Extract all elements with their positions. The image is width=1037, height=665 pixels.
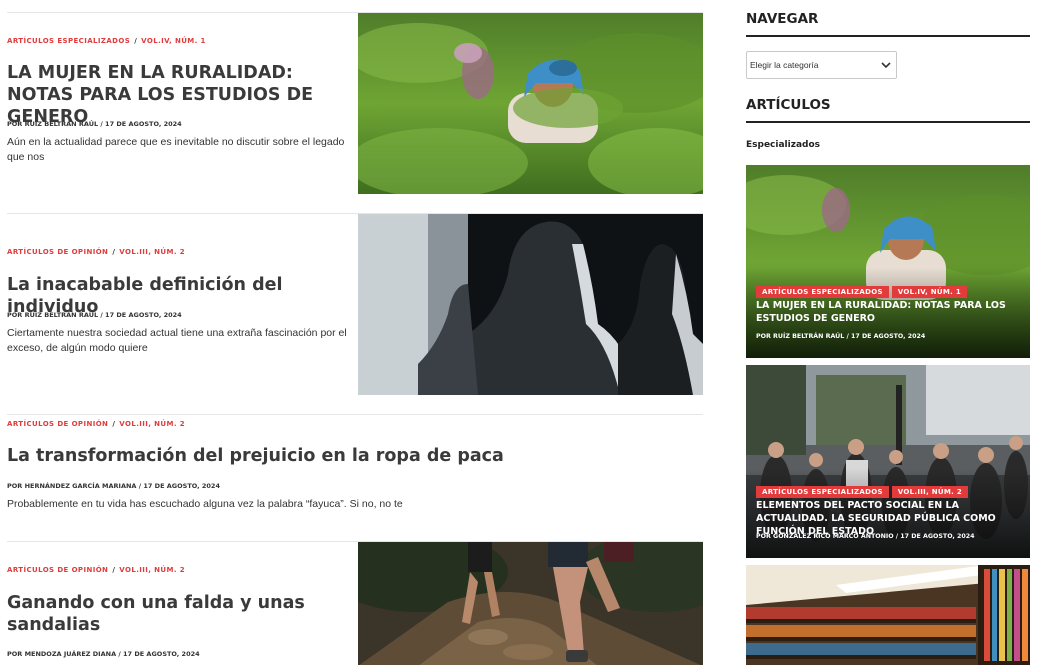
article-date: 17 DE AGOSTO, 2024 [123, 650, 200, 658]
article-item: ARTÍCULOS DE OPINIÓN / VOL.III, NÚM. 2 La … [7, 414, 703, 542]
category-select-value: Elegir la categoría [750, 60, 819, 70]
article-byline: POR RUÍZ BELTRÁN RAÚL / 17 DE AGOSTO, 20… [7, 311, 182, 319]
issue-badge[interactable]: VOL.III, NÚM. 2 [891, 486, 969, 498]
sidebar-article-card[interactable] [746, 565, 1030, 665]
author-link[interactable]: HERNÁNDEZ GARCÍA MARIANA [25, 482, 137, 490]
byline-prefix: POR [7, 311, 23, 319]
article-item: ARTÍCULOS DE OPINIÓN / VOL.III, NÚM. 2 La … [7, 213, 703, 415]
category-select[interactable]: Elegir la categoría [746, 51, 897, 79]
byline-prefix: POR [7, 650, 23, 658]
sidebar-article-card[interactable]: ARTÍCULOS ESPECIALIZADOS VOL.IV, NÚM. 1 … [746, 165, 1030, 358]
article-date: 17 DE AGOSTO, 2024 [143, 482, 220, 490]
byline-prefix: POR [756, 533, 771, 540]
author-link[interactable]: RUÍZ BELTRÁN RAÚL [25, 120, 99, 128]
article-meta: ARTÍCULOS DE OPINIÓN / VOL.III, NÚM. 2 [7, 420, 185, 428]
silhouette-heads-photo [358, 214, 703, 395]
article-byline: POR RUÍZ BELTRÁN RAÚL / 17 DE AGOSTO, 20… [7, 120, 182, 128]
category-badge[interactable]: ARTÍCULOS ESPECIALIZADOS [756, 486, 889, 498]
article-thumbnail[interactable] [358, 542, 703, 665]
author-link[interactable]: RUÍZ BELTRÁN RAÚL [25, 311, 99, 319]
sidebar-subheading: Especializados [746, 140, 821, 150]
article-thumbnail[interactable] [358, 13, 703, 194]
byline-prefix: POR [7, 482, 23, 490]
byline-prefix: POR [756, 333, 771, 340]
article-meta: ARTÍCULOS DE OPINIÓN / VOL.III, NÚM. 2 [7, 248, 185, 256]
article-excerpt: Probablemente en tu vida has escuchado a… [7, 498, 403, 510]
article-excerpt: Ciertamente nuestra sociedad actual tien… [7, 327, 347, 354]
author-link[interactable]: GONZÁLEZ RICO MARCO ANTONIO [773, 533, 894, 540]
library-shelves-photo [746, 565, 1030, 665]
tea-field-woman-photo [358, 13, 703, 194]
card-date: 17 DE AGOSTO, 2024 [851, 333, 926, 340]
sidebar-heading-articulos: ARTÍCULOS [746, 97, 1030, 123]
card-title[interactable]: LA MUJER EN LA RURALIDAD: NOTAS PARA LOS… [756, 299, 1024, 325]
article-byline: POR MENDOZA JUÁREZ DIANA / 17 DE AGOSTO,… [7, 650, 200, 658]
article-date: 17 DE AGOSTO, 2024 [105, 120, 182, 128]
trail-runners-photo [358, 542, 703, 665]
category-link[interactable]: ARTÍCULOS DE OPINIÓN [7, 566, 108, 574]
category-link[interactable]: ARTÍCULOS ESPECIALIZADOS [7, 37, 130, 45]
category-link[interactable]: ARTÍCULOS DE OPINIÓN [7, 420, 108, 428]
issue-badge[interactable]: VOL.IV, NÚM. 1 [891, 286, 968, 298]
author-link[interactable]: MENDOZA JUÁREZ DIANA [25, 650, 117, 658]
issue-link[interactable]: VOL.III, NÚM. 2 [119, 566, 185, 574]
sidebar-heading-navegar: NAVEGAR [746, 11, 1030, 37]
chevron-down-icon [881, 62, 891, 69]
page: ARTÍCULOS ESPECIALIZADOS / VOL.IV, NÚM. 1 … [0, 0, 1037, 665]
article-title[interactable]: La transformación del prejuicio en la ro… [7, 445, 567, 467]
sidebar-article-card[interactable]: ARTÍCULOS ESPECIALIZADOS VOL.III, NÚM. 2… [746, 365, 1030, 558]
article-thumbnail[interactable] [358, 214, 703, 395]
article-meta: ARTÍCULOS DE OPINIÓN / VOL.III, NÚM. 2 [7, 566, 185, 574]
card-byline: POR RUÍZ BELTRÁN RAÚL / 17 DE AGOSTO, 20… [756, 333, 926, 340]
article-meta: ARTÍCULOS ESPECIALIZADOS / VOL.IV, NÚM. 1 [7, 37, 206, 45]
article-byline: POR HERNÁNDEZ GARCÍA MARIANA / 17 DE AGO… [7, 482, 220, 490]
category-badge[interactable]: ARTÍCULOS ESPECIALIZADOS [756, 286, 889, 298]
article-excerpt: Aún en la actualidad parece que es inevi… [7, 136, 345, 163]
meta-separator: / [112, 248, 116, 256]
article-item: ARTÍCULOS DE OPINIÓN / VOL.III, NÚM. 2 Gan… [7, 541, 703, 665]
author-link[interactable]: RUÍZ BELTRÁN RAÚL [773, 333, 844, 340]
card-byline: POR GONZÁLEZ RICO MARCO ANTONIO / 17 DE … [756, 533, 975, 540]
meta-separator: / [112, 420, 116, 428]
card-categories: ARTÍCULOS ESPECIALIZADOS VOL.III, NÚM. 2 [756, 486, 969, 498]
article-item: ARTÍCULOS ESPECIALIZADOS / VOL.IV, NÚM. 1 … [7, 12, 703, 214]
issue-link[interactable]: VOL.IV, NÚM. 1 [141, 37, 206, 45]
article-date: 17 DE AGOSTO, 2024 [105, 311, 182, 319]
byline-prefix: POR [7, 120, 23, 128]
article-title[interactable]: LA MUJER EN LA RURALIDAD: NOTAS PARA LOS… [7, 62, 352, 128]
category-link[interactable]: ARTÍCULOS DE OPINIÓN [7, 248, 108, 256]
card-date: 17 DE AGOSTO, 2024 [900, 533, 975, 540]
issue-link[interactable]: VOL.III, NÚM. 2 [119, 248, 185, 256]
issue-link[interactable]: VOL.III, NÚM. 2 [119, 420, 185, 428]
meta-separator: / [134, 37, 138, 45]
article-title[interactable]: Ganando con una falda y unas sandalias [7, 592, 307, 636]
card-categories: ARTÍCULOS ESPECIALIZADOS VOL.IV, NÚM. 1 [756, 286, 968, 298]
meta-separator: / [112, 566, 116, 574]
